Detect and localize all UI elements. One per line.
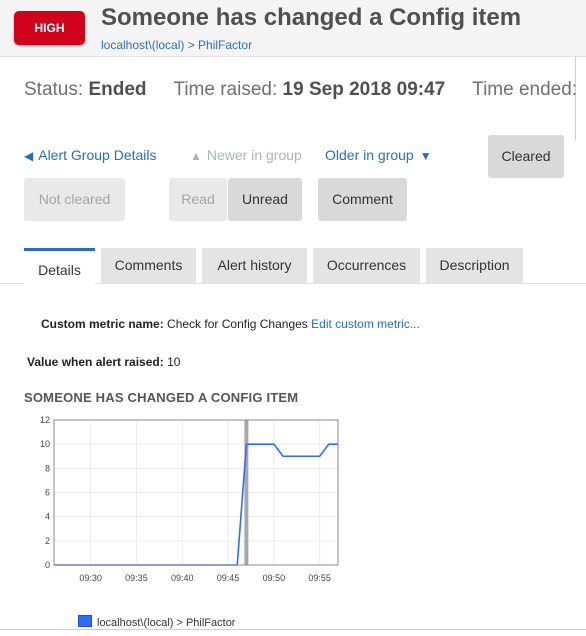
header-divider xyxy=(0,56,586,57)
older-in-group-link[interactable]: Older in group ▼ xyxy=(325,147,432,163)
newer-in-group-link[interactable]: ▲ Newer in group xyxy=(190,147,302,163)
status-label: Status: xyxy=(24,79,84,100)
value-raised-value: 10 xyxy=(167,355,181,369)
status-value: Ended xyxy=(88,79,147,100)
alert-group-details-link[interactable]: ◀ Alert Group Details xyxy=(24,147,157,163)
y-tick-label: 8 xyxy=(45,463,50,473)
time-raised-value: 19 Sep 2018 09:47 xyxy=(282,79,446,100)
chart-title: SOMEONE HAS CHANGED A CONFIG ITEM xyxy=(24,390,299,405)
edit-custom-metric-link[interactable]: Edit custom metric... xyxy=(311,317,420,331)
y-tick-label: 4 xyxy=(45,512,50,522)
time-raised-label: Time raised: xyxy=(173,79,278,100)
not-cleared-button[interactable]: Not cleared xyxy=(24,178,125,221)
x-tick-label: 09:40 xyxy=(171,573,194,583)
value-raised-label: Value when alert raised: xyxy=(27,355,164,369)
arrow-up-icon: ▲ xyxy=(190,149,202,163)
tab-alert-history[interactable]: Alert history xyxy=(202,248,307,283)
x-tick-label: 09:35 xyxy=(125,573,148,583)
time-ended-label: Time ended: xyxy=(472,79,578,100)
x-tick-label: 09:45 xyxy=(217,573,240,583)
status-line: Status: Ended Time raised: 19 Sep 2018 0… xyxy=(24,79,577,101)
x-tick-label: 09:55 xyxy=(308,573,331,583)
alert-title: Someone has changed a Config item xyxy=(101,4,522,31)
x-tick-label: 09:50 xyxy=(263,573,286,583)
breadcrumb[interactable]: localhost\(local) > PhilFactor xyxy=(101,38,252,52)
metric-chart: 0 2 4 6 8 10 12 09:30 09:35 09:40 09:45 09:50 09:55 xyxy=(40,415,339,583)
legend-label: localhost\(local) > PhilFactor xyxy=(97,617,236,629)
value-raised-row: Value when alert raised: 10 xyxy=(27,355,180,369)
y-tick-label: 6 xyxy=(45,488,50,498)
custom-metric-value: Check for Config Changes xyxy=(167,317,308,331)
y-tick-label: 12 xyxy=(40,415,50,425)
severity-badge: HIGH xyxy=(14,11,85,45)
unread-button[interactable]: Unread xyxy=(228,178,302,221)
custom-metric-label: Custom metric name: xyxy=(41,317,164,331)
read-button[interactable]: Read xyxy=(169,178,227,221)
legend-swatch xyxy=(78,615,92,627)
chart-legend: localhost\(local) > PhilFactor xyxy=(78,615,235,629)
y-tick-label: 2 xyxy=(45,536,50,546)
tab-occurrences[interactable]: Occurrences xyxy=(313,248,420,283)
tab-details[interactable]: Details xyxy=(24,248,95,284)
x-tick-label: 09:30 xyxy=(79,573,102,583)
y-tick-label: 10 xyxy=(40,439,50,449)
y-tick-label: 0 xyxy=(45,560,50,570)
cleared-button[interactable]: Cleared xyxy=(488,135,564,178)
tab-description[interactable]: Description xyxy=(426,248,523,283)
bottom-divider xyxy=(0,629,586,630)
tab-comments[interactable]: Comments xyxy=(101,248,196,283)
arrow-down-icon: ▼ xyxy=(419,149,432,163)
comment-button[interactable]: Comment xyxy=(318,178,407,221)
arrow-left-icon: ◀ xyxy=(24,149,34,163)
custom-metric-row: Custom metric name: Check for Config Cha… xyxy=(41,317,420,331)
